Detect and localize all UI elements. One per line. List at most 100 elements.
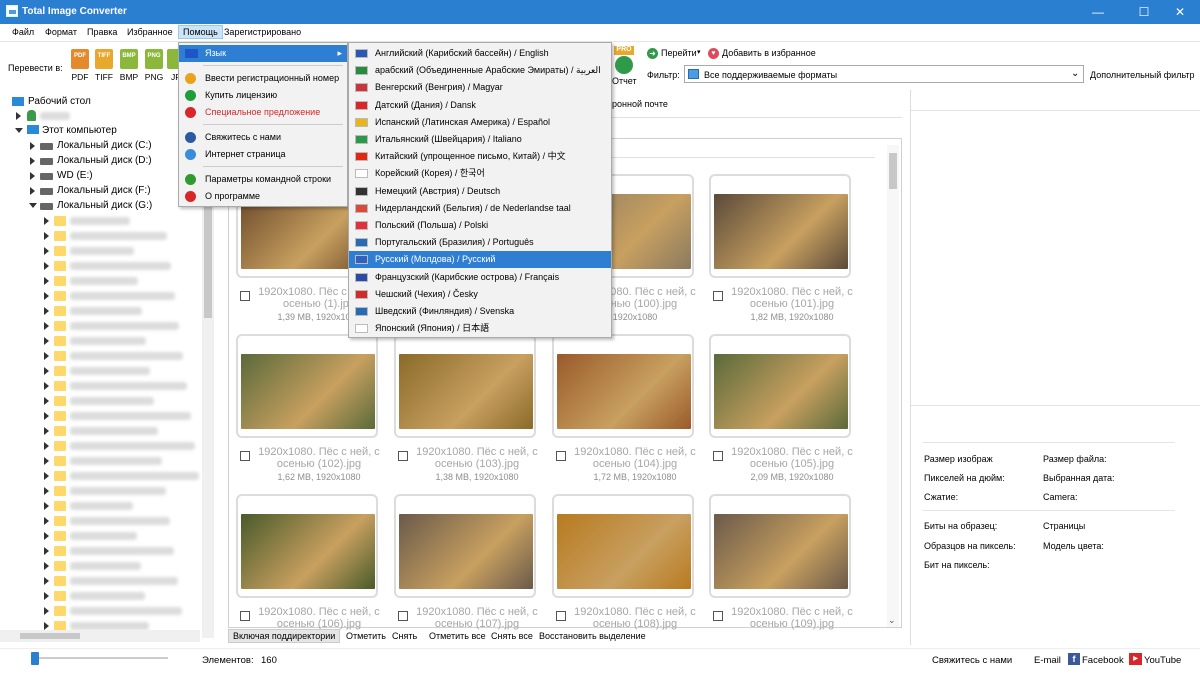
chevron-right-icon[interactable]: [44, 322, 49, 330]
folder-name-blurred[interactable]: [70, 532, 137, 540]
folder-name-blurred[interactable]: [70, 232, 167, 240]
language-option[interactable]: Чешский (Чехия) / Česky: [349, 286, 611, 303]
chevron-down-icon[interactable]: ⌄: [888, 615, 896, 626]
menu-edit[interactable]: Правка: [87, 27, 117, 37]
chevron-right-icon[interactable]: [44, 277, 49, 285]
folder-name-blurred[interactable]: [70, 292, 175, 300]
image-thumbnail[interactable]: [399, 354, 533, 429]
chevron-right-icon[interactable]: [44, 367, 49, 375]
youtube-icon[interactable]: ▶: [1129, 653, 1142, 665]
add-favorite-button[interactable]: Добавить в избранное: [722, 48, 816, 58]
uncheck-button[interactable]: Снять: [392, 631, 417, 641]
language-option[interactable]: Французский (Карибские острова) / França…: [349, 269, 611, 286]
language-option[interactable]: арабский (Объединенные Арабские Эмираты)…: [349, 62, 611, 79]
folder-name-blurred[interactable]: [70, 337, 146, 345]
maximize-button[interactable]: ☐: [1124, 0, 1164, 24]
youtube-link[interactable]: YouTube: [1144, 655, 1181, 666]
language-option[interactable]: Китайский (упрощенное письмо, Китай) / 中…: [349, 148, 611, 165]
advanced-filter-button[interactable]: Дополнительный фильтр: [1090, 70, 1195, 80]
chevron-right-icon[interactable]: [44, 607, 49, 615]
folder-name-blurred[interactable]: [70, 592, 145, 600]
language-option[interactable]: Немецкий (Австрия) / Deutsch: [349, 183, 611, 200]
language-option[interactable]: Португальский (Бразилия) / Português: [349, 234, 611, 251]
tree-drive-d[interactable]: Локальный диск (D:): [57, 155, 152, 166]
chevron-right-icon[interactable]: [44, 487, 49, 495]
folder-name-blurred[interactable]: [70, 277, 138, 285]
format-pdf-button[interactable]: PDF PDF: [70, 49, 90, 82]
folder-name-blurred[interactable]: [70, 397, 154, 405]
include-subdirs-button[interactable]: Включая поддиректории: [228, 629, 341, 643]
chevron-right-icon[interactable]: [44, 247, 49, 255]
chevron-right-icon[interactable]: [44, 457, 49, 465]
help-menu-item[interactable]: Купить лицензию: [179, 87, 347, 104]
folder-name-blurred[interactable]: [70, 442, 195, 450]
chevron-right-icon[interactable]: [44, 397, 49, 405]
folder-name-blurred[interactable]: [70, 307, 142, 315]
grid-scroll-thumb[interactable]: [889, 153, 897, 189]
chevron-right-icon[interactable]: [44, 592, 49, 600]
chevron-down-icon[interactable]: [15, 128, 23, 133]
report-icon[interactable]: [615, 56, 633, 74]
tree-drive-c[interactable]: Локальный диск (C:): [57, 140, 152, 151]
tree-drive-f[interactable]: Локальный диск (F:): [57, 185, 151, 196]
tree-hscroll-thumb[interactable]: [20, 633, 80, 639]
format-tiff-button[interactable]: TIFF TIFF: [94, 49, 114, 82]
image-thumbnail[interactable]: [714, 514, 848, 589]
language-option[interactable]: Русский (Молдова) / Русский: [349, 251, 611, 269]
chevron-right-icon[interactable]: [44, 307, 49, 315]
help-menu-item[interactable]: Язык ▸: [179, 45, 347, 62]
chevron-right-icon[interactable]: [44, 502, 49, 510]
language-option[interactable]: Японский (Япония) / 日本語: [349, 320, 611, 337]
tree-scroll-thumb[interactable]: [204, 188, 212, 318]
image-thumbnail[interactable]: [714, 354, 848, 429]
chevron-right-icon[interactable]: [44, 412, 49, 420]
email-link[interactable]: E-mail: [1034, 655, 1061, 666]
folder-name-blurred[interactable]: [70, 217, 130, 225]
chevron-down-icon[interactable]: [29, 203, 37, 208]
file-card[interactable]: [552, 334, 694, 438]
folder-name-blurred[interactable]: [70, 577, 178, 585]
chevron-right-icon[interactable]: [44, 472, 49, 480]
format-bmp-button[interactable]: BMP BMP: [119, 49, 139, 82]
restore-selection-button[interactable]: Восстановить выделение: [539, 631, 646, 641]
chevron-right-icon[interactable]: [44, 427, 49, 435]
folder-name-blurred[interactable]: [70, 247, 134, 255]
file-card[interactable]: [394, 334, 536, 438]
file-card[interactable]: [236, 334, 378, 438]
file-card[interactable]: [236, 494, 378, 598]
folder-name-blurred[interactable]: [70, 367, 150, 375]
menu-registered[interactable]: Зарегистрировано: [224, 27, 301, 37]
folder-name-blurred[interactable]: [70, 487, 166, 495]
language-option[interactable]: Шведский (Финляндия) / Svenska: [349, 303, 611, 320]
image-thumbnail[interactable]: [241, 354, 375, 429]
chevron-right-icon[interactable]: [44, 577, 49, 585]
tree-drive-e[interactable]: WD (E:): [57, 170, 93, 181]
language-option[interactable]: Нидерландский (Бельгия) / de Nederlandse…: [349, 200, 611, 217]
facebook-link[interactable]: Facebook: [1082, 655, 1124, 666]
help-menu-item[interactable]: Ввести регистрационный номер: [179, 70, 347, 87]
language-option[interactable]: Датский (Дания) / Dansk: [349, 97, 611, 114]
chevron-right-icon[interactable]: [44, 442, 49, 450]
chevron-right-icon[interactable]: [44, 382, 49, 390]
language-option[interactable]: Итальянский (Швейцария) / Italiano: [349, 131, 611, 148]
filter-select[interactable]: Все поддерживаемые форматы ⌄: [684, 65, 1084, 83]
folder-name-blurred[interactable]: [70, 607, 182, 615]
folder-name-blurred[interactable]: [70, 457, 162, 465]
chevron-right-icon[interactable]: [30, 172, 35, 180]
folder-name-blurred[interactable]: [70, 412, 191, 420]
folder-name-blurred[interactable]: [70, 472, 199, 480]
folder-name-blurred[interactable]: [70, 427, 158, 435]
help-menu-item[interactable]: Параметры командной строки: [179, 171, 347, 188]
chevron-right-icon[interactable]: [44, 547, 49, 555]
chevron-down-icon[interactable]: ▾: [697, 48, 701, 56]
folder-name-blurred[interactable]: [70, 382, 187, 390]
chevron-right-icon[interactable]: [44, 337, 49, 345]
zoom-slider-thumb[interactable]: [31, 652, 39, 665]
chevron-right-icon[interactable]: [44, 532, 49, 540]
check-button[interactable]: Отметить: [346, 631, 386, 641]
file-card[interactable]: [552, 494, 694, 598]
language-option[interactable]: Английский (Карибский бассейн) / English: [349, 45, 611, 62]
chevron-right-icon[interactable]: [44, 562, 49, 570]
tree-desktop[interactable]: Рабочий стол: [28, 96, 91, 107]
folder-name-blurred[interactable]: [70, 262, 171, 270]
